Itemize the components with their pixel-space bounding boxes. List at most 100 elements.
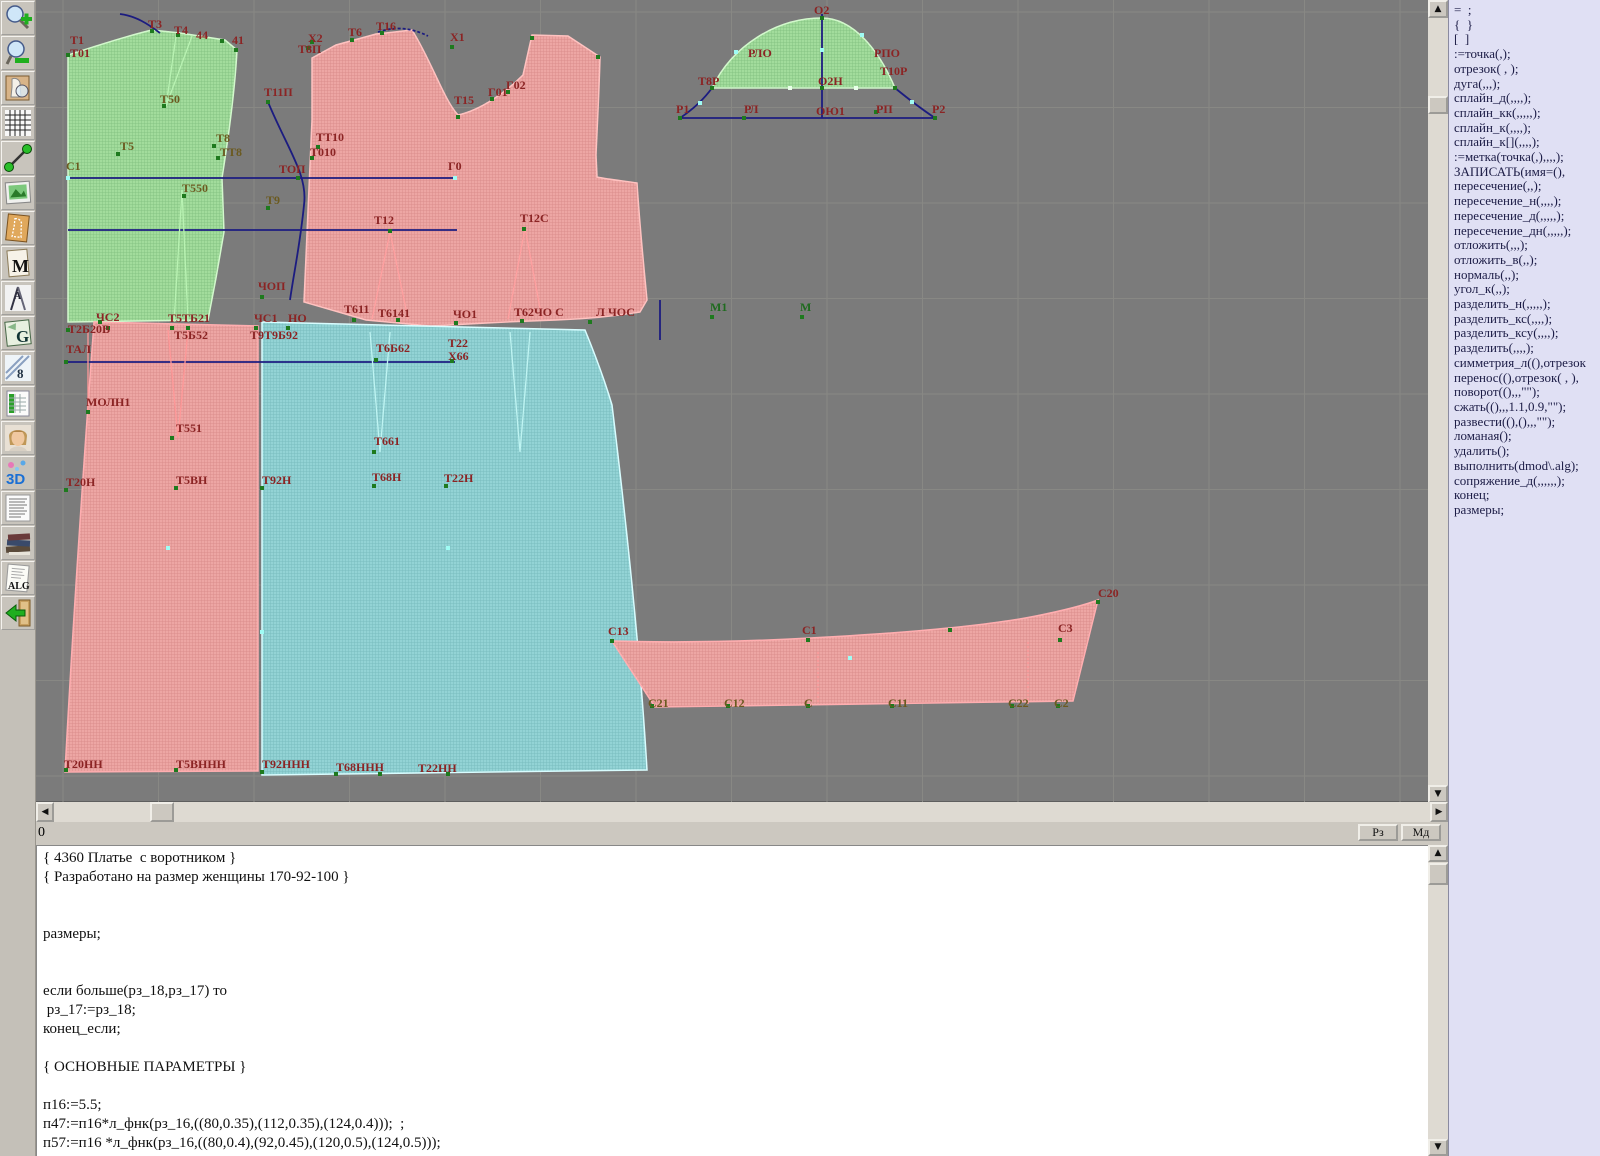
vertical-scroll-thumb[interactable] bbox=[1428, 96, 1448, 114]
compass-button[interactable]: A bbox=[1, 281, 35, 315]
table-button[interactable] bbox=[1, 386, 35, 420]
3d-button[interactable]: 3D bbox=[1, 456, 35, 490]
pattern-point[interactable] bbox=[166, 546, 170, 550]
canvas-vertical-scrollbar[interactable]: ▲ ▼ bbox=[1428, 0, 1448, 803]
editor-line[interactable] bbox=[43, 944, 1428, 963]
command-item[interactable]: нормаль(,,); bbox=[1454, 268, 1600, 283]
pattern-point[interactable] bbox=[372, 450, 376, 454]
pattern-point[interactable] bbox=[220, 39, 224, 43]
pattern-point[interactable] bbox=[454, 321, 458, 325]
command-item[interactable]: разделить(,,,,); bbox=[1454, 341, 1600, 356]
pattern-point[interactable] bbox=[456, 115, 460, 119]
pattern-point[interactable] bbox=[848, 656, 852, 660]
editor-line[interactable] bbox=[43, 906, 1428, 925]
alg-document-button[interactable]: ALG bbox=[1, 561, 35, 595]
pattern-point[interactable] bbox=[260, 295, 264, 299]
editor-line[interactable]: если больше(рз_18,рз_17) то bbox=[43, 982, 1428, 1001]
command-item[interactable]: сплайн_д(,,,,); bbox=[1454, 91, 1600, 106]
command-item[interactable]: = ; bbox=[1454, 3, 1600, 18]
pattern-canvas[interactable]: Т1Т01Т3Т44441Т50Т5Т8ТТ8С1Т550Т9Х2Т8ПТ6Т1… bbox=[36, 0, 1428, 802]
pattern-point[interactable] bbox=[698, 101, 702, 105]
right-skirt-piece[interactable] bbox=[262, 322, 647, 775]
editor-vertical-scrollbar[interactable]: ▲ ▼ bbox=[1428, 845, 1448, 1156]
zoom-out-button[interactable] bbox=[1, 36, 35, 70]
editor-line[interactable] bbox=[43, 963, 1428, 982]
collar-band-piece[interactable] bbox=[612, 600, 1098, 707]
image-button[interactable] bbox=[1, 176, 35, 210]
scroll-up-button[interactable]: ▲ bbox=[1428, 845, 1448, 862]
m-document-button[interactable]: M bbox=[1, 246, 35, 280]
editor-line[interactable]: { ОСНОВНЫЕ ПАРАМЕТРЫ } bbox=[43, 1058, 1428, 1077]
command-item[interactable]: :=метка(точка(,),,,,); bbox=[1454, 150, 1600, 165]
pattern-point[interactable] bbox=[788, 86, 792, 90]
pattern-point[interactable] bbox=[610, 639, 614, 643]
vertical-scroll-thumb[interactable] bbox=[1428, 863, 1448, 885]
pattern-point[interactable] bbox=[678, 116, 682, 120]
editor-line[interactable]: п47:=п16*л_фнк(рз_16,((80,0.35),(112,0.3… bbox=[43, 1115, 1428, 1134]
pattern-point[interactable] bbox=[742, 116, 746, 120]
exit-button[interactable] bbox=[1, 596, 35, 630]
pattern-point[interactable] bbox=[860, 33, 864, 37]
command-item[interactable]: отложить(,,,); bbox=[1454, 238, 1600, 253]
measure-line-button[interactable] bbox=[1, 141, 35, 175]
books-button[interactable] bbox=[1, 526, 35, 560]
pattern-point[interactable] bbox=[820, 48, 824, 52]
ruler-button[interactable]: 8 bbox=[1, 351, 35, 385]
command-item[interactable]: удалить(); bbox=[1454, 444, 1600, 459]
pattern-point[interactable] bbox=[854, 86, 858, 90]
command-item[interactable]: ЗАПИСАТЬ(имя=(), bbox=[1454, 165, 1600, 180]
command-item[interactable]: отложить_в(,,); bbox=[1454, 253, 1600, 268]
editor-line[interactable]: { 4360 Платье с воротником } bbox=[43, 849, 1428, 868]
editor-line[interactable]: п57:=п16 *л_фнк(рз_16,((80,0.4),(92,0.45… bbox=[43, 1134, 1428, 1153]
command-item[interactable]: разделить_ксу(,,,,); bbox=[1454, 326, 1600, 341]
pattern-point[interactable] bbox=[266, 100, 270, 104]
command-item[interactable]: ломаная(); bbox=[1454, 429, 1600, 444]
command-item[interactable]: угол_к(,,); bbox=[1454, 282, 1600, 297]
pattern-point[interactable] bbox=[296, 176, 300, 180]
command-item[interactable]: разделить_н(,,,,,); bbox=[1454, 297, 1600, 312]
pattern-point[interactable] bbox=[66, 176, 70, 180]
pattern-point[interactable] bbox=[453, 176, 457, 180]
scroll-up-button[interactable]: ▲ bbox=[1428, 0, 1448, 18]
pattern-point[interactable] bbox=[910, 100, 914, 104]
editor-line[interactable]: конец_если; bbox=[43, 1020, 1428, 1039]
editor-line[interactable]: рз_17:=рз_18; bbox=[43, 1001, 1428, 1020]
canvas-horizontal-scrollbar[interactable]: ◀ ▶ bbox=[36, 802, 1448, 822]
command-item[interactable]: разделить_кс(,,,,); bbox=[1454, 312, 1600, 327]
pattern-point[interactable] bbox=[170, 436, 174, 440]
command-item[interactable]: сопряжение_д(,,,,,,); bbox=[1454, 474, 1600, 489]
text-list-button[interactable] bbox=[1, 491, 35, 525]
command-item[interactable]: :=точка(,); bbox=[1454, 47, 1600, 62]
pattern-point[interactable] bbox=[520, 319, 524, 323]
command-item[interactable]: сплайн_к(,,,,); bbox=[1454, 121, 1600, 136]
command-item[interactable]: сплайн_к[](,,,,); bbox=[1454, 135, 1600, 150]
command-item[interactable]: отрезок( , ); bbox=[1454, 62, 1600, 77]
pattern-preview-button[interactable] bbox=[1, 71, 35, 105]
md-button[interactable]: Мд bbox=[1401, 824, 1441, 841]
pattern-point[interactable] bbox=[260, 630, 264, 634]
command-item[interactable]: [ ] bbox=[1454, 32, 1600, 47]
pattern-point[interactable] bbox=[948, 628, 952, 632]
pattern-point[interactable] bbox=[372, 484, 376, 488]
pattern-point[interactable] bbox=[446, 546, 450, 550]
pattern-point[interactable] bbox=[450, 45, 454, 49]
pattern-point[interactable] bbox=[64, 360, 68, 364]
scroll-down-button[interactable]: ▼ bbox=[1428, 785, 1448, 803]
pattern-point[interactable] bbox=[893, 86, 897, 90]
command-item[interactable]: симметрия_л((),отрезок bbox=[1454, 356, 1600, 371]
pattern-point[interactable] bbox=[806, 638, 810, 642]
scroll-down-button[interactable]: ▼ bbox=[1428, 1139, 1448, 1156]
command-item[interactable]: развести((),(),,,""); bbox=[1454, 415, 1600, 430]
pattern-point[interactable] bbox=[933, 116, 937, 120]
command-item[interactable]: размеры; bbox=[1454, 503, 1600, 518]
editor-line[interactable] bbox=[43, 1077, 1428, 1096]
command-item[interactable]: пересечение_д(,,,,,); bbox=[1454, 209, 1600, 224]
editor-line[interactable] bbox=[43, 1039, 1428, 1058]
pattern-point[interactable] bbox=[352, 318, 356, 322]
horizontal-scroll-thumb[interactable] bbox=[150, 802, 174, 822]
rz-button[interactable]: Рз bbox=[1358, 824, 1398, 841]
command-item[interactable]: поворот((),,,""); bbox=[1454, 385, 1600, 400]
pattern-point[interactable] bbox=[530, 36, 534, 40]
grid-button[interactable] bbox=[1, 106, 35, 140]
pattern-point[interactable] bbox=[86, 410, 90, 414]
